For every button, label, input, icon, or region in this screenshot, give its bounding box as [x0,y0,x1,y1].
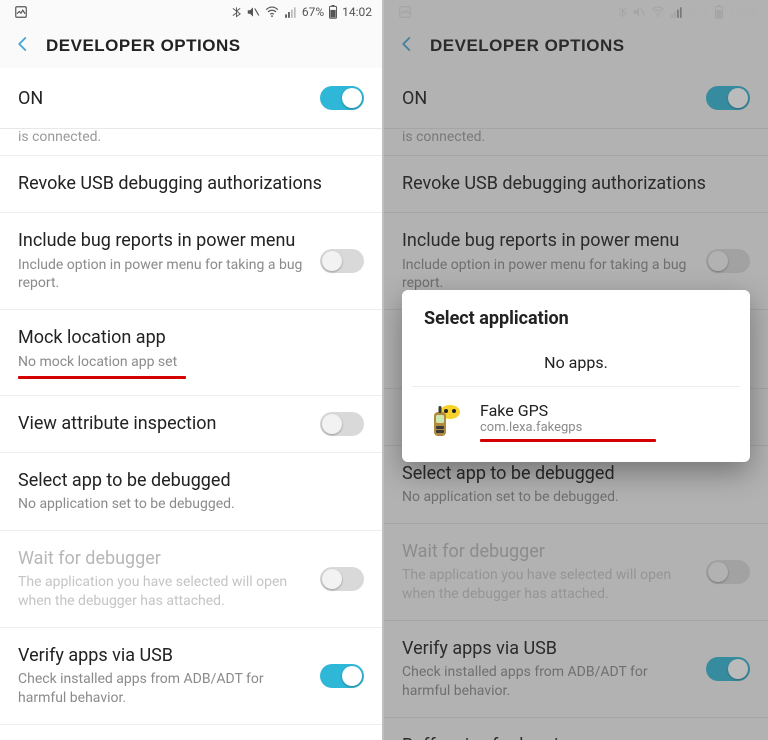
mute-icon [632,5,646,19]
toggle-bug-reports[interactable] [320,249,364,273]
row-title: View attribute inspection [18,412,308,436]
master-toggle-row: ON [384,68,768,129]
row-title: Wait for debugger [402,540,694,564]
battery-icon [328,5,338,19]
row-view-attribute-inspection[interactable]: View attribute inspection [0,396,382,453]
clock: 14:02 [728,5,758,19]
row-verify-apps-usb[interactable]: Verify apps via USB Check installed apps… [0,628,382,725]
annotation-underline [18,376,186,379]
row-subtitle: Include option in power menu for taking … [18,256,308,294]
screenshot-icon [398,5,412,19]
title-bar: DEVELOPER OPTIONS [384,24,768,68]
row-wait-for-debugger: Wait for debugger The application you ha… [0,531,382,628]
master-toggle[interactable] [320,86,364,110]
toggle-verify-usb [706,657,750,681]
row-buffer-size: Buffer size for logging 256K per log buf… [384,718,768,740]
battery-icon [714,5,724,19]
toggle-verify-usb[interactable] [320,664,364,688]
page-title: DEVELOPER OPTIONS [430,36,625,56]
phone-left: 67% 14:02 DEVELOPER OPTIONS ON is connec… [0,0,384,740]
dialog-option-fakegps[interactable]: Fake GPS com.lexa.fakegps [402,387,750,456]
master-toggle-label: ON [402,88,427,109]
row-subtitle: The application you have selected will o… [18,573,308,611]
truncated-row-fragment: is connected. [384,129,768,156]
phone-right: 67% 14:02 DEVELOPER OPTIONS ON is connec… [384,0,768,740]
row-title: Include bug reports in power menu [402,229,694,253]
row-title: Buffer size for logging [402,734,750,740]
row-subtitle: Include option in power menu for taking … [402,256,694,294]
screenshot-icon [14,5,28,19]
row-wait-for-debugger: Wait for debugger The application you ha… [384,524,768,621]
bluetooth-icon [231,5,242,19]
signal-icon [670,5,684,19]
toggle-wait-debugger [706,560,750,584]
clock: 14:02 [342,5,372,19]
dialog-option-label: No apps. [544,353,608,372]
status-bar: 67% 14:02 [0,0,382,24]
page-title: DEVELOPER OPTIONS [46,36,241,56]
status-bar: 67% 14:02 [384,0,768,24]
row-select-app-debugged[interactable]: Select app to be debugged No application… [0,453,382,531]
bluetooth-icon [617,5,628,19]
row-title: Include bug reports in power menu [18,229,308,253]
battery-pct: 67% [688,5,710,19]
master-toggle-label: ON [18,88,43,109]
row-title: Mock location app [18,326,364,350]
row-revoke-usb-auth: Revoke USB debugging authorizations [384,156,768,213]
row-verify-apps-usb: Verify apps via USB Check installed apps… [384,621,768,718]
battery-pct: 67% [302,5,324,19]
app-name: Fake GPS [480,401,656,420]
row-subtitle: No mock location app set [18,353,318,372]
mute-icon [246,5,260,19]
truncated-row-fragment: is connected. [0,129,382,156]
dialog-title: Select application [402,290,750,339]
row-subtitle: No application set to be debugged. [18,495,318,514]
row-subtitle: Check installed apps from ADB/ADT for ha… [402,663,694,701]
toggle-wait-debugger [320,567,364,591]
app-package: com.lexa.fakegps [480,420,656,435]
row-subtitle: No application set to be debugged. [402,488,702,507]
select-application-dialog: Select application No apps. Fake GPS [402,290,750,462]
master-toggle [706,86,750,110]
row-title: Wait for debugger [18,547,308,571]
dialog-option-none[interactable]: No apps. [402,339,750,386]
annotation-underline [480,439,656,442]
signal-icon [284,5,298,19]
back-icon[interactable] [398,35,416,57]
wifi-icon [264,5,280,19]
row-title: Revoke USB debugging authorizations [402,172,750,196]
back-icon[interactable] [14,35,32,57]
row-buffer-size[interactable]: Buffer size for logging 256K per log buf… [0,725,382,740]
row-bug-reports-power-menu[interactable]: Include bug reports in power menu Includ… [0,213,382,310]
master-toggle-row[interactable]: ON [0,68,382,129]
row-title: Verify apps via USB [402,637,694,661]
settings-list[interactable]: ON is connected. Revoke USB debugging au… [0,68,382,740]
row-subtitle: Check installed apps from ADB/ADT for ha… [18,670,308,708]
app-icon-fakegps [424,402,464,442]
screen: 67% 14:02 DEVELOPER OPTIONS ON is connec… [0,0,382,740]
title-bar: DEVELOPER OPTIONS [0,24,382,68]
row-title: Select app to be debugged [18,469,364,493]
row-title: Verify apps via USB [18,644,308,668]
row-mock-location-app[interactable]: Mock location app No mock location app s… [0,310,382,395]
toggle-bug-reports [706,249,750,273]
toggle-attr-inspection[interactable] [320,412,364,436]
row-subtitle: The application you have selected will o… [402,566,694,604]
wifi-icon [650,5,666,19]
row-revoke-usb-auth[interactable]: Revoke USB debugging authorizations [0,156,382,213]
row-title: Revoke USB debugging authorizations [18,172,364,196]
row-title: Select app to be debugged [402,462,750,486]
